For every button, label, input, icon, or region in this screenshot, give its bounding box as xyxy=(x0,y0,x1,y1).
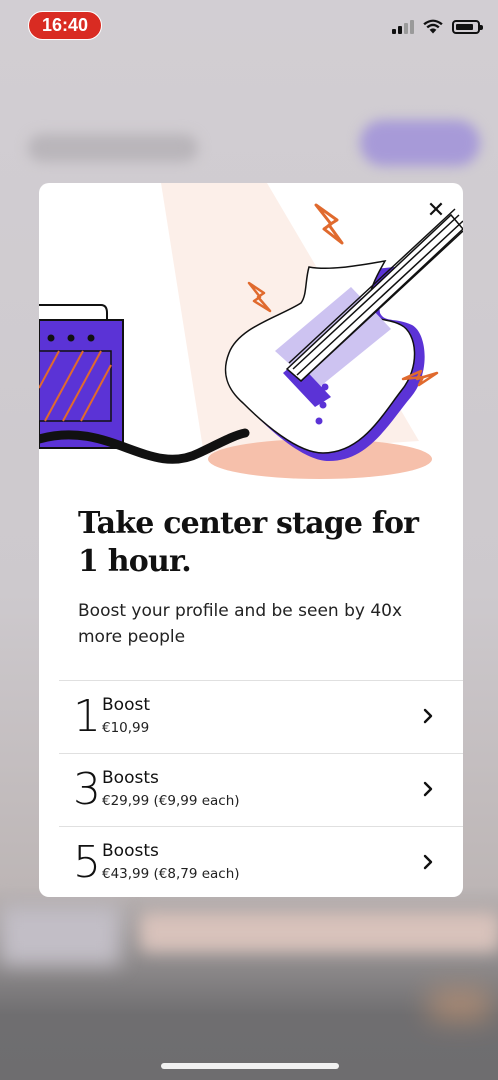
boost-count: 3 xyxy=(73,764,101,815)
home-indicator[interactable] xyxy=(161,1063,339,1069)
status-time[interactable]: 16:40 xyxy=(28,11,102,40)
blurred-background-button xyxy=(360,120,480,166)
chevron-right-icon xyxy=(423,781,433,797)
cellular-signal-icon xyxy=(392,19,414,34)
status-icons xyxy=(392,19,483,34)
boost-option-5[interactable]: 5 Boosts €43,99 (€8,79 each) xyxy=(59,827,463,897)
boost-option-3[interactable]: 3 Boosts €29,99 (€9,99 each) xyxy=(59,754,463,827)
blurred-background-title xyxy=(28,134,198,162)
boost-price: €43,99 (€8,79 each) xyxy=(102,866,240,882)
chevron-right-icon xyxy=(423,708,433,724)
boost-name: Boosts xyxy=(102,768,159,788)
modal-subtext: Boost your profile and be seen by 40x mo… xyxy=(78,601,403,647)
status-bar: 16:40 xyxy=(0,0,498,50)
guitar-amplifier-illustration xyxy=(39,183,463,479)
boost-name: Boost xyxy=(102,695,150,715)
modal-headline: Take center stage for 1 hour. xyxy=(78,506,419,579)
boost-price: €10,99 xyxy=(102,720,150,736)
boost-modal: ✕ Take center stage for 1 hour. Boost yo… xyxy=(39,183,463,897)
boost-options-list: 1 Boost €10,99 3 Boosts €29,99 (€9,99 ea… xyxy=(59,680,463,897)
close-icon: ✕ xyxy=(426,197,446,223)
boost-count: 1 xyxy=(73,691,101,742)
boost-option-1[interactable]: 1 Boost €10,99 xyxy=(59,681,463,754)
boost-count: 5 xyxy=(73,837,101,888)
blurred-background-tile xyxy=(0,905,120,965)
blurred-background-tile xyxy=(430,990,490,1020)
wifi-icon xyxy=(423,19,443,34)
chevron-right-icon xyxy=(423,854,433,870)
boost-name: Boosts xyxy=(102,841,159,861)
blurred-background-tile xyxy=(140,912,498,952)
boost-price: €29,99 (€9,99 each) xyxy=(102,793,240,809)
close-button[interactable]: ✕ xyxy=(423,197,449,223)
battery-icon xyxy=(452,19,483,34)
